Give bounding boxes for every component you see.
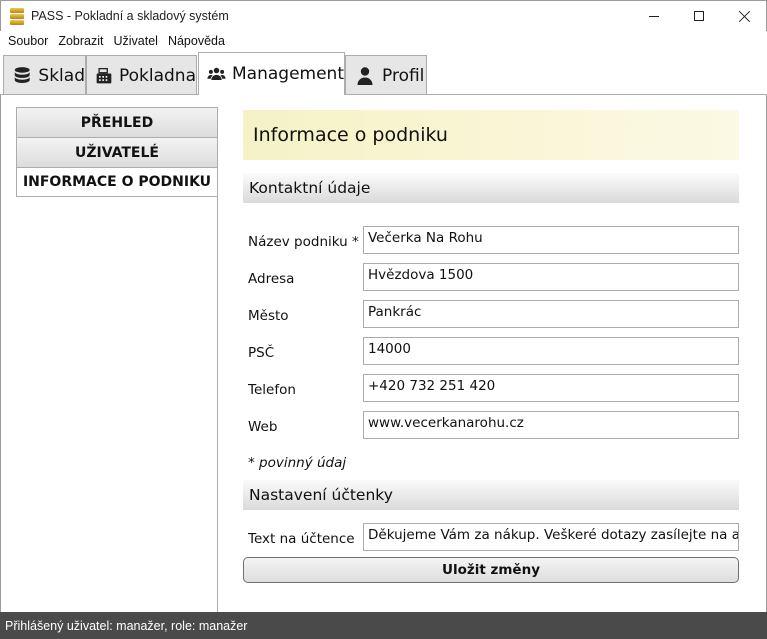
tab-label: Profil: [382, 65, 425, 86]
tab-profil[interactable]: Profil: [345, 55, 427, 95]
web-input[interactable]: www.vecerkanarohu.cz: [363, 411, 739, 439]
phone-input[interactable]: +420 732 251 420: [363, 374, 739, 402]
tab-label: Pokladna: [118, 65, 196, 86]
field-label: Adresa: [248, 271, 295, 287]
app-logo-icon: [10, 8, 24, 25]
address-input[interactable]: Hvězdova 1500: [363, 263, 739, 291]
field-label: Telefon: [248, 382, 296, 398]
menu-uzivatel[interactable]: Uživatel: [108, 31, 162, 52]
menu-soubor[interactable]: Soubor: [3, 31, 53, 52]
maximize-button[interactable]: [676, 1, 722, 31]
field-label: Název podniku *: [248, 234, 359, 250]
save-button[interactable]: Uložit změny: [243, 557, 739, 583]
section-receipt: Nastavení účtenky: [243, 480, 739, 510]
section-contact: Kontaktní údaje: [243, 173, 739, 203]
maximize-icon: [694, 11, 704, 21]
form-row-zip: PSČ 14000: [243, 334, 739, 371]
vertical-divider: [217, 107, 218, 612]
users-icon: [207, 67, 226, 81]
required-note: * povinný údaj: [248, 455, 347, 471]
field-label: PSČ: [248, 345, 275, 361]
menu-bar: Soubor Zobrazit Uživatel Nápověda: [0, 31, 767, 52]
minimize-button[interactable]: [631, 1, 677, 31]
form-row-web: Web www.vecerkanarohu.cz: [243, 408, 739, 445]
nav-informace-o-podniku[interactable]: INFORMACE O PODNIKU: [16, 167, 218, 197]
form-row-receipt-text: Text na účtence Děkujeme Vám za nákup. V…: [243, 520, 739, 557]
window-title: PASS - Pokladní a skladový systém: [31, 9, 229, 23]
minimize-icon: [649, 15, 659, 17]
title-bar: PASS - Pokladní a skladový systém: [0, 0, 767, 31]
management-panel: PŘEHLED UŽIVATELÉ INFORMACE O PODNIKU In…: [0, 95, 767, 612]
menu-zobrazit[interactable]: Zobrazit: [53, 31, 108, 52]
field-label: Text na účtence: [248, 531, 355, 547]
business-info-form: Informace o podniku Kontaktní údaje Náze…: [243, 110, 739, 587]
zip-input[interactable]: 14000: [363, 337, 739, 365]
close-button[interactable]: [721, 1, 767, 31]
nav-prehled[interactable]: PŘEHLED: [16, 107, 218, 137]
field-label: Město: [248, 308, 289, 324]
cash-register-icon: [96, 67, 112, 83]
menu-napoveda[interactable]: Nápověda: [163, 31, 230, 52]
form-row-phone: Telefon +420 732 251 420: [243, 371, 739, 408]
main-tabs: Sklad Pokladna Management Profil: [0, 52, 767, 95]
form-row-address: Adresa Hvězdova 1500: [243, 260, 739, 297]
tab-sklad[interactable]: Sklad: [3, 55, 86, 95]
tab-label: Management: [232, 64, 344, 84]
tab-label: Sklad: [38, 65, 85, 86]
field-label: Web: [248, 419, 278, 435]
page-title: Informace o podniku: [243, 110, 739, 160]
tab-management[interactable]: Management: [198, 52, 345, 95]
form-row-city: Město Pankrác: [243, 297, 739, 334]
tab-pokladna[interactable]: Pokladna: [86, 55, 197, 95]
receipt-text-input[interactable]: Děkujeme Vám za nákup. Veškeré dotazy za…: [363, 523, 739, 551]
user-icon: [357, 66, 373, 85]
close-icon: [738, 10, 751, 23]
city-input[interactable]: Pankrác: [363, 300, 739, 328]
left-navigation: PŘEHLED UŽIVATELÉ INFORMACE O PODNIKU: [16, 107, 218, 197]
business-name-input[interactable]: Večerka Na Rohu: [363, 226, 739, 254]
form-row-name: Název podniku * Večerka Na Rohu: [243, 223, 739, 260]
database-icon: [14, 66, 30, 83]
status-bar: Přihlášený uživatel: manažer, role: mana…: [0, 612, 767, 639]
nav-uzivatele[interactable]: UŽIVATELÉ: [16, 137, 218, 167]
